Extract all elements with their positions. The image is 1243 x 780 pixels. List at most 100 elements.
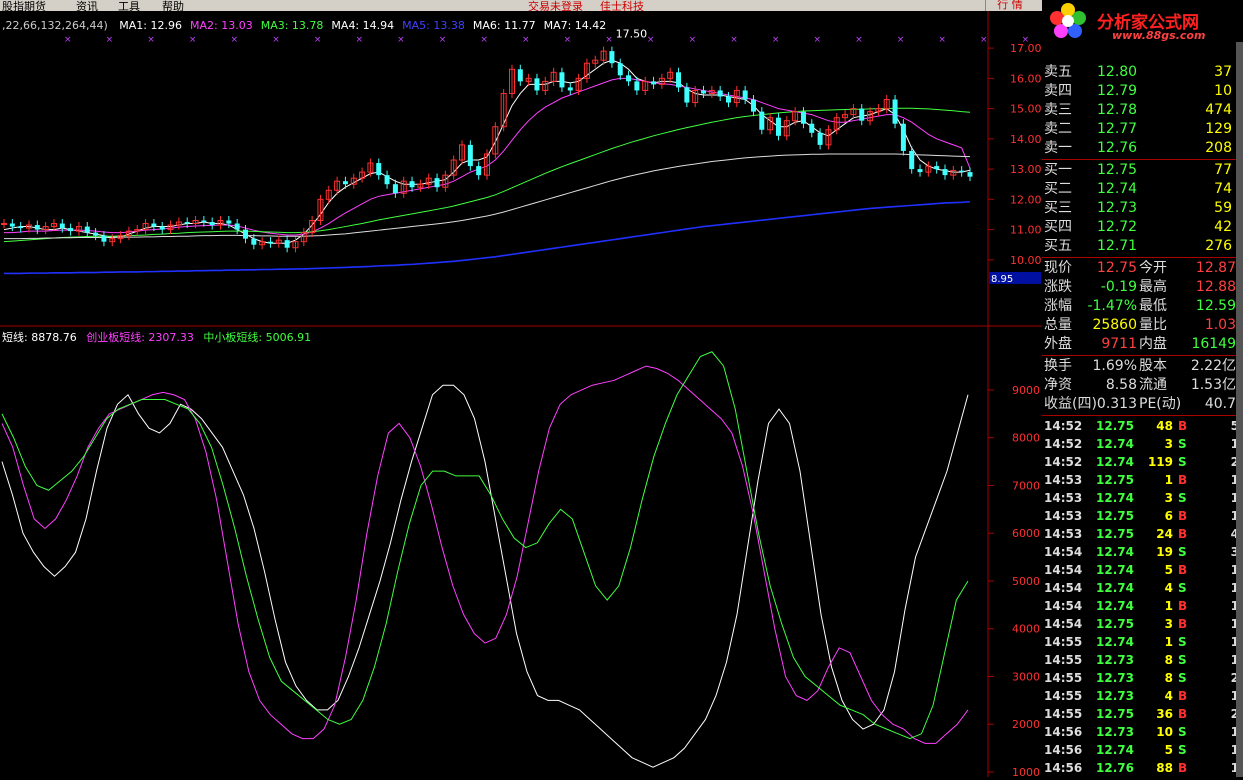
tick-volume: 1: [1164, 473, 1173, 487]
bid-volume: 59: [1214, 200, 1232, 216]
bid-row: 买二 12.74 74: [1042, 180, 1238, 199]
signal-marker: ×: [564, 35, 572, 45]
candle-body: [800, 111, 806, 124]
stat-label: 最高: [1139, 279, 1167, 295]
broker-name: 佳士科技: [600, 0, 644, 11]
bid-level-label: 买三: [1044, 200, 1072, 216]
right-scrollbar[interactable]: [1236, 42, 1243, 777]
tick-price: 12.74: [1096, 491, 1134, 505]
tick-row: 14:53 12.75 1 B 1: [1042, 471, 1243, 489]
indicator-tick-label: 1000: [1012, 766, 1040, 777]
tick-side: S: [1178, 743, 1187, 757]
tick-volume: 36: [1156, 707, 1173, 721]
stats-row: 涨跌 -0.19 最高 12.88: [1042, 278, 1238, 297]
tick-price: 12.74: [1096, 581, 1134, 595]
ask-volume: 37: [1214, 64, 1232, 80]
stat-label: 外盘: [1044, 336, 1072, 352]
tick-volume: 3: [1164, 617, 1173, 631]
stat-label: 涨跌: [1044, 279, 1072, 295]
tick-time: 14:52: [1044, 455, 1083, 469]
stat-value: 9711: [1101, 336, 1137, 352]
candle-body: [726, 96, 731, 103]
signal-marker: ×: [314, 35, 322, 45]
candle-body: [967, 172, 973, 177]
menu-futures[interactable]: 股指期货: [2, 0, 46, 11]
login-status[interactable]: 交易未登录: [528, 0, 583, 11]
signal-marker: ×: [522, 35, 530, 45]
bid-price: 12.71: [1097, 238, 1138, 254]
candlestick-chart[interactable]: 17.0016.0015.0014.0013.0012.0011.0010.00…: [0, 11, 1042, 327]
candle-body: [742, 90, 748, 100]
tick-volume: 1: [1164, 635, 1173, 649]
candle-body: [909, 150, 915, 170]
fund-value: 1.53亿: [1190, 377, 1236, 393]
signal-marker: ×: [813, 35, 821, 45]
stat-label: 最低: [1139, 298, 1167, 314]
tick-time: 14:53: [1044, 491, 1083, 505]
legend-short: 短线: 8878.76: [2, 331, 77, 344]
tick-volume: 8: [1164, 671, 1173, 685]
candle-body: [900, 123, 906, 151]
ask-row: 卖四 12.79 10: [1042, 82, 1238, 101]
legend-ma-2: MA2: 13.03: [189, 19, 253, 32]
tick-volume: 4: [1164, 581, 1173, 595]
indicator-tick-label: 3000: [1012, 670, 1040, 683]
stats-row: 现价 12.75 今开 12.87: [1042, 259, 1238, 278]
tick-row: 14:54 12.75 3 B 1: [1042, 615, 1243, 633]
fund-value: 1.69%: [1092, 358, 1137, 374]
tick-row: 14:56 12.73 10 S 1: [1042, 723, 1243, 741]
ma-legend: ,22,66,132,264,44) MA1: 12.96 MA2: 13.03 M…: [2, 19, 992, 33]
tick-price: 12.75: [1096, 617, 1134, 631]
stat-value: 16149: [1191, 336, 1236, 352]
legend-sme-short: 中小板短线: 5006.91: [203, 331, 312, 344]
candle-body: [750, 99, 756, 112]
ask-row: 卖一 12.76 208: [1042, 139, 1238, 158]
tick-volume: 119: [1147, 455, 1173, 469]
candle-body: [409, 181, 415, 188]
price-tick-label: 11.00: [1010, 224, 1042, 237]
bid-volume: 276: [1205, 238, 1232, 254]
tick-volume: 4: [1164, 689, 1173, 703]
price-chart-panel[interactable]: ,22,66,132,264,44) MA1: 12.96 MA2: 13.03 M…: [0, 11, 1042, 330]
menu-news[interactable]: 资讯: [76, 0, 98, 11]
stat-value: -0.19: [1100, 279, 1137, 295]
stat-value: 1.03: [1204, 317, 1236, 333]
ask-level-label: 卖一: [1044, 140, 1072, 156]
candle-body: [392, 184, 398, 194]
bid-price: 12.75: [1097, 162, 1138, 178]
bid-row: 买一 12.75 77: [1042, 161, 1238, 180]
menu-tools[interactable]: 工具: [118, 0, 140, 11]
tick-row: 14:54 12.74 1 B 1: [1042, 597, 1243, 615]
stat-label: 总量: [1044, 317, 1072, 333]
ask-volume: 474: [1205, 102, 1232, 118]
tick-side: S: [1178, 725, 1187, 739]
tick-side: B: [1178, 707, 1188, 721]
quote-tab-button[interactable]: 行 情: [985, 0, 1034, 11]
site-logo: 分析家公式网 www.88gs.com: [1042, 0, 1243, 42]
tick-time: 14:54: [1044, 563, 1083, 577]
tick-price: 12.73: [1096, 689, 1134, 703]
tick-side: S: [1178, 671, 1187, 685]
indicator-chart-panel[interactable]: 短线: 8878.76 创业板短线: 2307.33 中小板短线: 5006.9…: [0, 327, 1042, 780]
fundamentals-divider: [1042, 355, 1238, 356]
quote-panel: 卖五 12.80 37 卖四 12.79 10 卖三 12.78 474 卖二 12.77 129 卖一…: [1042, 42, 1243, 777]
indicator-tick-label: 2000: [1012, 718, 1040, 731]
tick-side: S: [1178, 491, 1187, 505]
tick-time: 14:55: [1044, 689, 1083, 703]
bid-row: 买四 12.72 42: [1042, 218, 1238, 237]
menu-help[interactable]: 帮助: [162, 0, 184, 11]
fund-value: 2.22亿: [1190, 358, 1236, 374]
stat-value: 25860: [1092, 317, 1137, 333]
indicator-line-chart[interactable]: 9000 8000 7000 6000 5000 4000 3000 2000 1000: [0, 327, 1042, 779]
fund-label: 流通: [1139, 377, 1167, 393]
tick-price: 12.75: [1096, 419, 1134, 433]
stats-divider: [1042, 257, 1238, 258]
candle-body: [434, 178, 440, 188]
tick-price: 12.74: [1096, 743, 1134, 757]
fund-value: 40.7: [1204, 396, 1236, 412]
logo-url: www.88gs.com: [1112, 29, 1206, 42]
tick-row: 14:55 12.75 36 B 2: [1042, 705, 1243, 723]
tick-time: 14:55: [1044, 671, 1083, 685]
tick-side: B: [1178, 563, 1188, 577]
candle-body: [567, 87, 573, 91]
